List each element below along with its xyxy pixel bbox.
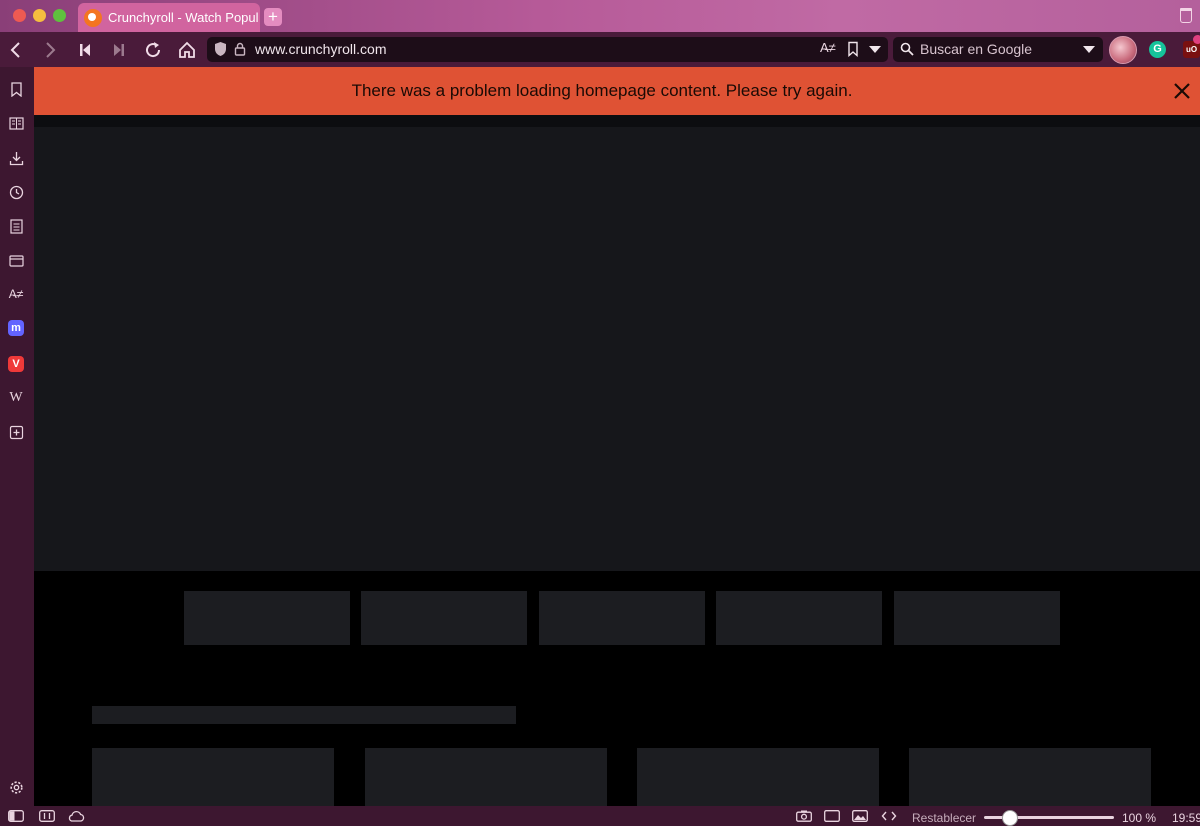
history-icon[interactable] bbox=[8, 184, 24, 200]
bookmark-icon[interactable] bbox=[847, 41, 859, 57]
panel-toggle-icon[interactable] bbox=[8, 810, 24, 822]
close-window-button[interactable] bbox=[13, 9, 26, 22]
rewind-button[interactable] bbox=[73, 38, 97, 62]
notes-icon[interactable] bbox=[8, 218, 24, 234]
reload-icon bbox=[146, 42, 161, 58]
url-dropdown-button[interactable] bbox=[869, 46, 881, 53]
back-button[interactable] bbox=[4, 38, 28, 62]
clock: 19:59 bbox=[1172, 811, 1200, 825]
back-icon bbox=[10, 42, 20, 58]
search-field[interactable]: Buscar en Google bbox=[893, 37, 1103, 62]
vivaldi-icon[interactable]: V bbox=[8, 356, 24, 372]
translate-icon[interactable]: A̶≠ bbox=[820, 40, 836, 55]
tab-bar: Crunchyroll - Watch Popul + bbox=[0, 0, 1200, 32]
translate-icon[interactable]: A̶≠ bbox=[8, 286, 24, 302]
forward-icon bbox=[46, 42, 56, 58]
window-icon[interactable] bbox=[8, 252, 24, 268]
profile-avatar[interactable] bbox=[1109, 36, 1137, 64]
sync-cloud-icon[interactable] bbox=[67, 810, 85, 822]
sidebar-panel: A̶≠ m V W bbox=[0, 67, 34, 806]
search-icon bbox=[900, 42, 914, 56]
reading-list-icon[interactable] bbox=[8, 115, 24, 131]
fast-forward-button[interactable] bbox=[107, 38, 131, 62]
status-bar: Restablecer 100 % 19:59 bbox=[0, 806, 1200, 826]
page-tiling-icon[interactable] bbox=[824, 810, 840, 822]
new-tab-button[interactable]: + bbox=[264, 8, 282, 26]
category-placeholder bbox=[184, 591, 350, 645]
card-placeholder bbox=[637, 748, 879, 806]
ublock-badge bbox=[1193, 35, 1200, 44]
maximize-window-button[interactable] bbox=[53, 9, 66, 22]
crunchyroll-favicon-icon bbox=[84, 8, 102, 27]
rewind-icon bbox=[80, 44, 90, 56]
grammarly-extension-icon[interactable]: G bbox=[1149, 41, 1166, 58]
page-actions-icon[interactable] bbox=[881, 810, 897, 822]
zoom-level: 100 % bbox=[1122, 811, 1157, 825]
image-toggle-icon[interactable] bbox=[852, 810, 868, 822]
tab-crunchyroll[interactable]: Crunchyroll - Watch Popul bbox=[78, 3, 260, 32]
card-placeholder bbox=[909, 748, 1151, 806]
search-engine-dropdown[interactable] bbox=[1083, 46, 1095, 53]
forward-button[interactable] bbox=[38, 38, 62, 62]
section-title-placeholder bbox=[92, 706, 516, 724]
home-button[interactable] bbox=[175, 38, 199, 62]
zoom-reset-button[interactable]: Restablecer bbox=[912, 811, 976, 825]
reload-button[interactable] bbox=[141, 38, 165, 62]
downloads-icon[interactable] bbox=[8, 150, 24, 166]
url-field[interactable]: www.crunchyroll.com A̶≠ bbox=[207, 37, 888, 62]
hero-placeholder bbox=[34, 127, 1200, 571]
card-placeholder bbox=[92, 748, 334, 806]
error-banner: There was a problem loading homepage con… bbox=[34, 67, 1200, 115]
tab-tiling-icon[interactable] bbox=[39, 810, 55, 822]
lock-icon[interactable] bbox=[234, 41, 246, 57]
category-placeholder bbox=[716, 591, 882, 645]
zoom-slider-handle[interactable] bbox=[1002, 810, 1018, 826]
category-placeholder bbox=[539, 591, 705, 645]
card-placeholder bbox=[365, 748, 607, 806]
home-icon bbox=[179, 41, 195, 58]
page-content: There was a problem loading homepage con… bbox=[34, 67, 1200, 806]
address-bar: www.crunchyroll.com A̶≠ Buscar en Google… bbox=[0, 32, 1200, 67]
fast-forward-icon bbox=[114, 44, 124, 56]
mastodon-icon[interactable]: m bbox=[8, 320, 24, 336]
tab-title: Crunchyroll - Watch Popul bbox=[108, 10, 259, 25]
add-panel-icon[interactable] bbox=[8, 424, 24, 440]
header-placeholder bbox=[34, 115, 1200, 127]
minimize-window-button[interactable] bbox=[33, 9, 46, 22]
browser-window: Crunchyroll - Watch Popul + www.crunchyr… bbox=[0, 0, 1200, 826]
category-placeholder bbox=[894, 591, 1060, 645]
shield-icon[interactable] bbox=[214, 41, 227, 57]
close-icon[interactable] bbox=[1170, 79, 1194, 103]
capture-icon[interactable] bbox=[796, 810, 812, 822]
trash-icon[interactable] bbox=[1180, 8, 1192, 23]
wikipedia-icon[interactable]: W bbox=[8, 390, 24, 406]
bookmarks-icon[interactable] bbox=[8, 81, 24, 97]
url-text: www.crunchyroll.com bbox=[255, 41, 387, 57]
error-message: There was a problem loading homepage con… bbox=[351, 81, 853, 100]
search-placeholder: Buscar en Google bbox=[920, 41, 1033, 57]
settings-icon[interactable] bbox=[8, 779, 24, 795]
category-placeholder bbox=[361, 591, 527, 645]
